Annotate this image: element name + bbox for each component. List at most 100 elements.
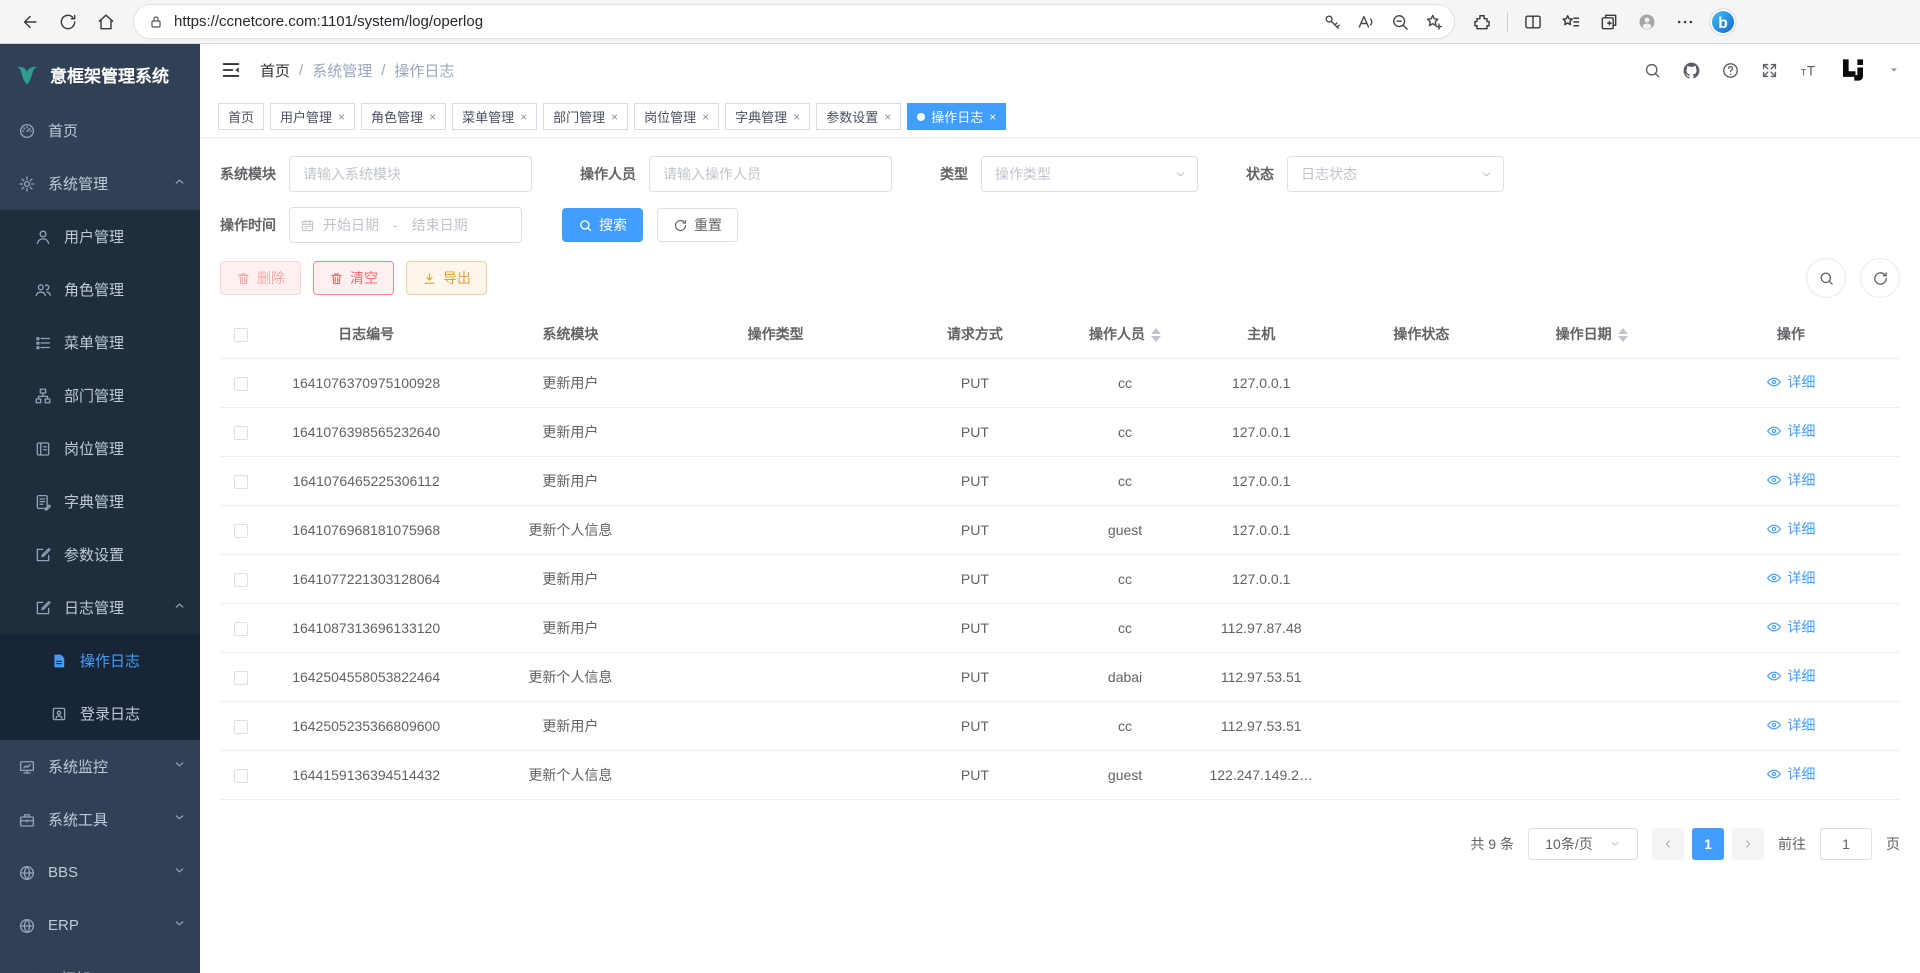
profile-button[interactable] (1629, 5, 1665, 39)
url-text[interactable]: https://ccnetcore.com:1101/system/log/op… (174, 13, 1316, 30)
refresh-table-button[interactable] (1860, 258, 1900, 298)
sidebar-item-Yi框架[interactable]: Yi框架 (0, 952, 200, 973)
column-header-操作日期[interactable]: 操作日期 (1501, 310, 1681, 358)
sidebar-item-角色管理[interactable]: 角色管理 (0, 263, 200, 316)
prev-page-button[interactable] (1652, 828, 1684, 860)
sidebar-item-操作日志[interactable]: 操作日志 (0, 634, 200, 687)
refresh-button[interactable] (50, 5, 86, 39)
close-icon[interactable]: × (520, 111, 527, 123)
detail-link[interactable]: 详细 (1766, 372, 1815, 392)
detail-link[interactable]: 详细 (1766, 470, 1815, 490)
sidebar-item-系统管理[interactable]: 系统管理 (0, 157, 200, 210)
sidebar-item-参数设置[interactable]: 参数设置 (0, 528, 200, 581)
star-add-button[interactable] (1418, 8, 1450, 36)
detail-link[interactable]: 详细 (1766, 617, 1815, 637)
column-header-操作人员[interactable]: 操作人员 (1069, 310, 1181, 358)
row-checkbox[interactable] (234, 769, 248, 783)
extensions-button[interactable] (1464, 5, 1500, 39)
export-button[interactable]: 导出 (406, 261, 487, 295)
sidebar-item-字典管理[interactable]: 字典管理 (0, 475, 200, 528)
delete-button[interactable]: 删除 (220, 261, 301, 295)
arrow-left-button[interactable] (12, 5, 48, 39)
sort-icon[interactable] (1151, 328, 1161, 342)
detail-link[interactable]: 详细 (1766, 421, 1815, 441)
row-checkbox[interactable] (234, 622, 248, 636)
tab-参数设置[interactable]: 参数设置× (816, 103, 901, 130)
collections-button[interactable] (1591, 5, 1627, 39)
sidebar-item-日志管理[interactable]: 日志管理 (0, 581, 200, 634)
select-all-checkbox[interactable] (234, 328, 248, 342)
close-icon[interactable]: × (611, 111, 618, 123)
reset-button[interactable]: 重置 (657, 208, 738, 242)
close-icon[interactable]: × (884, 111, 891, 123)
type-select[interactable]: 操作类型 (981, 156, 1198, 192)
module-input[interactable] (289, 156, 532, 192)
row-checkbox[interactable] (234, 475, 248, 489)
operator-input[interactable] (649, 156, 892, 192)
tab-首页[interactable]: 首页 (218, 103, 264, 130)
font-size-button[interactable]: TT (1799, 61, 1818, 80)
split-screen-button[interactable] (1515, 5, 1551, 39)
page-number-1[interactable]: 1 (1692, 828, 1724, 860)
detail-link[interactable]: 详细 (1766, 666, 1815, 686)
detail-link[interactable]: 详细 (1766, 715, 1815, 735)
address-bar[interactable]: https://ccnetcore.com:1101/system/log/op… (134, 5, 1454, 38)
home-button[interactable] (88, 5, 124, 39)
breadcrumb-item[interactable]: 系统管理 (312, 60, 372, 81)
tab-岗位管理[interactable]: 岗位管理× (634, 103, 719, 130)
close-icon[interactable]: × (702, 111, 709, 123)
show-search-button[interactable] (1806, 258, 1846, 298)
breadcrumb-item[interactable]: 操作日志 (394, 60, 454, 81)
row-checkbox[interactable] (234, 524, 248, 538)
page-size-select[interactable]: 10条/页 (1528, 828, 1638, 860)
user-avatar[interactable] (1838, 55, 1868, 85)
favorites-button[interactable] (1553, 5, 1589, 39)
tab-字典管理[interactable]: 字典管理× (725, 103, 810, 130)
search-button[interactable] (1643, 61, 1662, 80)
sidebar-item-用户管理[interactable]: 用户管理 (0, 210, 200, 263)
search-button[interactable]: 搜索 (562, 208, 643, 242)
goto-page-input[interactable] (1820, 828, 1872, 860)
close-icon[interactable]: × (989, 111, 996, 123)
key-button[interactable] (1316, 8, 1348, 36)
tab-部门管理[interactable]: 部门管理× (543, 103, 628, 130)
more-button[interactable] (1667, 5, 1703, 39)
clear-button[interactable]: 清空 (313, 261, 394, 295)
sidebar-item-BBS[interactable]: BBS (0, 846, 200, 899)
sidebar-item-系统工具[interactable]: 系统工具 (0, 793, 200, 846)
detail-link[interactable]: 详细 (1766, 519, 1815, 539)
breadcrumb-item[interactable]: 首页 (260, 60, 290, 81)
caret-down-icon[interactable] (1888, 64, 1900, 76)
sidebar-item-部门管理[interactable]: 部门管理 (0, 369, 200, 422)
sidebar-fold-button[interactable] (220, 59, 242, 81)
bing-button[interactable]: b (1705, 5, 1741, 39)
row-checkbox[interactable] (234, 671, 248, 685)
sort-icon[interactable] (1618, 328, 1628, 342)
detail-link[interactable]: 详细 (1766, 568, 1815, 588)
close-icon[interactable]: × (429, 111, 436, 123)
status-select[interactable]: 日志状态 (1287, 156, 1504, 192)
next-page-button[interactable] (1732, 828, 1764, 860)
close-icon[interactable]: × (793, 111, 800, 123)
fullscreen-button[interactable] (1760, 61, 1779, 80)
github-button[interactable] (1682, 61, 1701, 80)
sidebar-item-登录日志[interactable]: 登录日志 (0, 687, 200, 740)
sidebar-item-系统监控[interactable]: 系统监控 (0, 740, 200, 793)
sidebar-item-岗位管理[interactable]: 岗位管理 (0, 422, 200, 475)
row-checkbox[interactable] (234, 377, 248, 391)
detail-link[interactable]: 详细 (1766, 764, 1815, 784)
row-checkbox[interactable] (234, 426, 248, 440)
help-button[interactable] (1721, 61, 1740, 80)
row-checkbox[interactable] (234, 720, 248, 734)
close-icon[interactable]: × (338, 111, 345, 123)
sidebar-item-首页[interactable]: 首页 (0, 104, 200, 157)
tab-操作日志[interactable]: 操作日志× (907, 103, 1006, 130)
sidebar-item-ERP[interactable]: ERP (0, 899, 200, 952)
row-checkbox[interactable] (234, 573, 248, 587)
zoom-out-button[interactable] (1384, 8, 1416, 36)
sidebar-item-菜单管理[interactable]: 菜单管理 (0, 316, 200, 369)
tab-菜单管理[interactable]: 菜单管理× (452, 103, 537, 130)
tab-角色管理[interactable]: 角色管理× (361, 103, 446, 130)
date-range-picker[interactable]: 开始日期 - 结束日期 (289, 207, 522, 243)
read-aloud-button[interactable] (1350, 8, 1382, 36)
